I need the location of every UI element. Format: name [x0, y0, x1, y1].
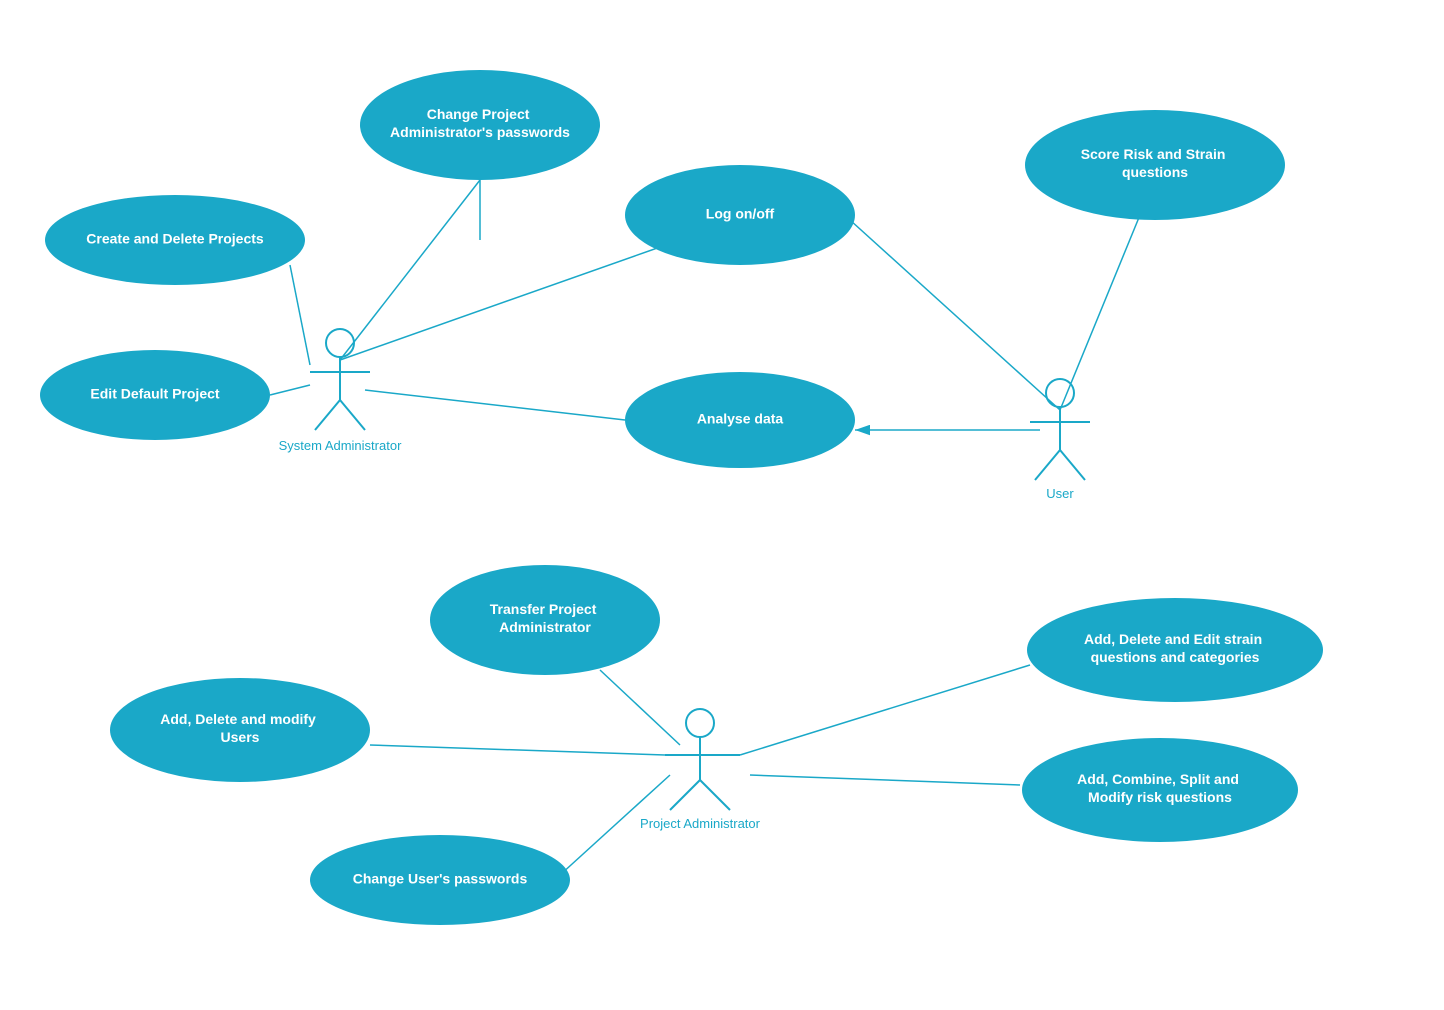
line-projadmin-adddeleteedit [740, 665, 1030, 755]
user-left-leg [1035, 450, 1060, 480]
project-admin-label: Project Administrator [640, 816, 761, 831]
user-right-leg [1060, 450, 1085, 480]
uc-change-user-passwords-label: Change User's passwords [353, 871, 528, 887]
uc-log-on-off-label: Log on/off [706, 206, 775, 222]
uc-create-delete-label: Create and Delete Projects [86, 231, 264, 247]
line-projadmin-addcombinesplit [750, 775, 1020, 785]
project-admin-left-leg [670, 780, 700, 810]
line-sysadmin-changepasswords [340, 180, 480, 360]
system-admin-right-leg [340, 400, 365, 430]
use-case-diagram: Change Project Administrator's passwords… [0, 0, 1444, 1010]
line-projadmin-transfer [600, 670, 680, 745]
project-admin-right-leg [700, 780, 730, 810]
system-admin-head [326, 329, 354, 357]
user-label: User [1046, 486, 1074, 501]
line-sysadmin-analysedata [365, 390, 625, 420]
system-admin-label: System Administrator [279, 438, 402, 453]
user-head [1046, 379, 1074, 407]
line-user-scorerisk [1060, 215, 1140, 410]
uc-analyse-data-label: Analyse data [697, 411, 784, 427]
line-sysadmin-editdefault [270, 385, 310, 395]
system-admin-left-leg [315, 400, 340, 430]
line-sysadmin-createdelete [290, 265, 310, 365]
line-sysadmin-logonoff [340, 240, 680, 360]
line-projadmin-adddeleteuserss [370, 745, 665, 755]
line-user-logonoff [850, 220, 1060, 410]
uc-edit-default-label: Edit Default Project [90, 386, 219, 402]
project-admin-head [686, 709, 714, 737]
